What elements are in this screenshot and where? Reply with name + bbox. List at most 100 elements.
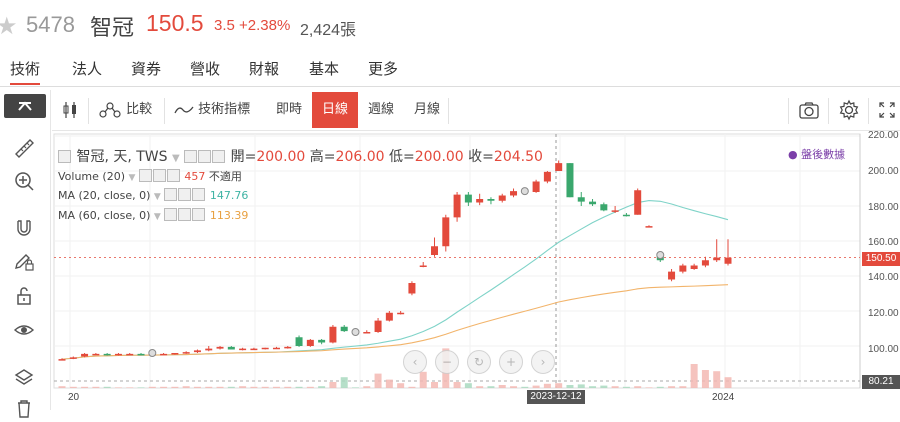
eye-icon[interactable] (164, 188, 178, 201)
after-hours-label: 盤後數據 (801, 148, 846, 161)
collapse-toolbar-button[interactable] (4, 94, 46, 118)
reset-chart-button[interactable]: ↻ (467, 350, 491, 374)
open-value: 200.00 (256, 149, 306, 165)
interval-daily[interactable]: 日線 (312, 92, 359, 128)
lock-drawing-button[interactable] (10, 247, 38, 275)
tab-margin[interactable]: 資券 (131, 58, 161, 79)
trash-button[interactable] (10, 394, 38, 422)
zoom-in-nav-button[interactable]: + (499, 350, 523, 374)
tab-more[interactable]: 更多 (368, 58, 398, 79)
indicators-button[interactable]: 技術指標 (174, 92, 250, 128)
indicators-label: 技術指標 (198, 102, 251, 117)
chevron-down-icon[interactable]: ▼ (129, 173, 136, 183)
close-icon[interactable] (192, 188, 206, 201)
zoom-in-button[interactable] (10, 167, 38, 195)
candle-body (476, 199, 484, 203)
low-value: 200.00 (414, 149, 464, 165)
gear-icon[interactable] (178, 188, 192, 201)
y-tick: 220.00 (868, 130, 899, 141)
trash-icon (18, 400, 30, 418)
lock-button[interactable] (10, 282, 38, 310)
pencil-lock-icon (15, 254, 34, 271)
candle-body (453, 194, 461, 218)
indicator-wave-icon (174, 106, 194, 113)
scroll-left-button[interactable]: ‹ (403, 350, 427, 374)
candle-body (408, 283, 416, 294)
ruler-button[interactable] (10, 134, 38, 162)
scroll-right-button[interactable]: › (531, 350, 555, 374)
candle-body (137, 353, 145, 356)
tab-financials[interactable]: 財報 (249, 58, 279, 79)
volume-bar (160, 386, 168, 388)
volume-bar (103, 386, 111, 388)
candle-body (419, 265, 427, 267)
ma20-line (61, 200, 729, 360)
zoom-out-button[interactable]: − (435, 350, 459, 374)
gear-icon (839, 99, 859, 120)
interval-monthly[interactable]: 月線 (414, 92, 440, 128)
tab-basic[interactable]: 基本 (309, 58, 339, 79)
volume-bar (476, 386, 484, 388)
chevron-down-icon[interactable]: ▼ (154, 212, 161, 222)
gear-icon[interactable] (198, 150, 212, 163)
candle-body (306, 339, 314, 346)
volume-bar (340, 377, 348, 388)
close-icon[interactable] (212, 150, 226, 163)
chevron-down-icon[interactable]: ▼ (172, 153, 180, 164)
volume-bar (239, 386, 247, 388)
volume-bar (114, 387, 122, 388)
volume-legend: Volume (20) ▼ 457 不適用 (58, 168, 242, 184)
candlestick-icon (63, 101, 76, 118)
compare-button[interactable]: 比較 (98, 92, 152, 128)
volume-bar (555, 383, 563, 388)
settings-button[interactable] (838, 92, 860, 128)
chart-toolbar: 比較 技術指標 即時 日線 週線 月線 (52, 92, 900, 131)
fullscreen-button[interactable] (878, 92, 896, 128)
star-icon[interactable]: ★ (0, 12, 18, 40)
volume-bar (701, 370, 709, 388)
interval-weekly[interactable]: 週線 (368, 92, 394, 128)
drawing-toolbar (0, 90, 51, 418)
volume-bar (510, 386, 518, 388)
candle-body (611, 210, 619, 212)
close-icon[interactable] (192, 208, 206, 221)
layers-button[interactable] (10, 364, 38, 392)
volume-bar (385, 379, 393, 388)
eye-icon[interactable] (138, 169, 152, 182)
ma20-legend: MA (20, close, 0) ▼ 147.76 (58, 188, 248, 202)
compare-label: 比較 (126, 102, 153, 117)
eye-icon[interactable] (164, 208, 178, 221)
gear-icon[interactable] (152, 169, 166, 182)
volume-bar (645, 387, 653, 388)
volume-bar (171, 386, 179, 388)
volume-bar (318, 386, 326, 388)
volume-bar (611, 386, 619, 388)
volume-legend-name: Volume (20) (58, 170, 125, 183)
volume-bar (81, 386, 89, 388)
ma60-legend-name: MA (60, close, 0) (58, 209, 151, 222)
volume-bar (453, 382, 461, 388)
gear-icon[interactable] (178, 208, 192, 221)
tab-institutional[interactable]: 法人 (72, 58, 102, 79)
volume-bar (656, 386, 664, 388)
candle-body (261, 347, 269, 350)
visibility-button[interactable] (10, 316, 38, 344)
tab-revenue[interactable]: 營收 (190, 58, 220, 79)
close-icon[interactable] (166, 169, 180, 182)
interval-intraday[interactable]: 即時 (276, 92, 302, 128)
ruler-icon (15, 139, 34, 158)
candle-body (69, 357, 77, 359)
last-price-tag: 150.50 (862, 252, 900, 266)
screenshot-button[interactable] (798, 92, 820, 128)
tab-technical[interactable]: 技術 (10, 58, 41, 85)
candle-body (239, 348, 247, 351)
chevron-down-icon[interactable]: ▼ (154, 192, 161, 202)
magnet-button[interactable] (10, 214, 38, 242)
collapse-legend-icon[interactable] (58, 150, 71, 163)
candle-body (566, 163, 574, 198)
volume-bar (137, 387, 145, 388)
volume-scale-tag: 80.21 (862, 375, 900, 389)
eye-icon[interactable] (184, 150, 198, 163)
chart-type-button[interactable] (62, 92, 78, 128)
after-hours-toggle[interactable]: ● 盤後數據 (788, 146, 845, 162)
